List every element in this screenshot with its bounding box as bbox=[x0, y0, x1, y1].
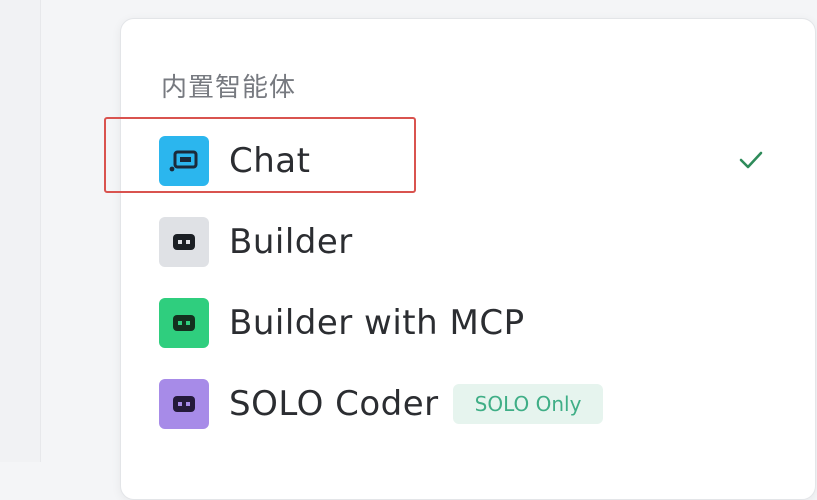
menu-item-solo-coder[interactable]: SOLO Coder SOLO Only bbox=[159, 377, 779, 431]
menu-item-chat[interactable]: Chat bbox=[159, 134, 779, 188]
menu-item-builder-with-mcp[interactable]: Builder with MCP bbox=[159, 296, 779, 350]
solo-coder-bot-icon bbox=[159, 379, 209, 429]
agent-dropdown-menu: 内置智能体 Chat Builder Builder with MCP SOLO… bbox=[120, 18, 816, 500]
menu-item-label: Chat bbox=[229, 141, 311, 181]
chat-bot-icon bbox=[159, 136, 209, 186]
menu-item-label: SOLO Coder bbox=[229, 384, 439, 424]
checkmark-icon bbox=[739, 151, 763, 169]
section-title: 内置智能体 bbox=[161, 73, 297, 103]
solo-only-badge: SOLO Only bbox=[452, 384, 604, 424]
sidebar-edge bbox=[0, 0, 41, 462]
menu-item-label: Builder with MCP bbox=[229, 303, 525, 343]
builder-bot-icon bbox=[159, 217, 209, 267]
builder-mcp-bot-icon bbox=[159, 298, 209, 348]
menu-item-builder[interactable]: Builder bbox=[159, 215, 779, 269]
menu-item-label: Builder bbox=[229, 222, 353, 262]
